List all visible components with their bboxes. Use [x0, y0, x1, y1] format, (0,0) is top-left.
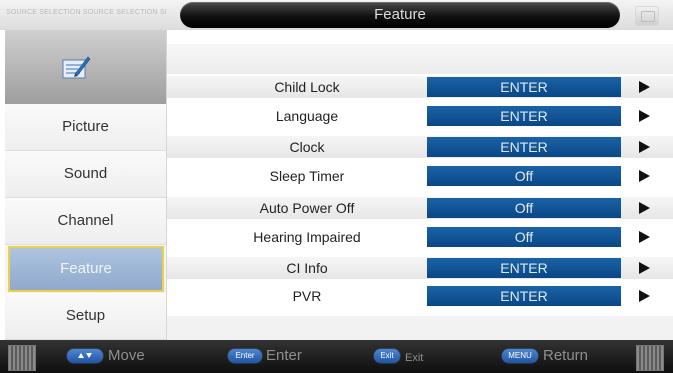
row-label: Clock: [289, 139, 325, 155]
row-value-button[interactable]: ENTER: [427, 77, 621, 97]
row-label: PVR: [292, 288, 322, 304]
arrow-right-icon[interactable]: [639, 231, 650, 243]
arrow-right-icon[interactable]: [639, 110, 650, 122]
sidebar-item-picture[interactable]: Picture: [5, 104, 166, 151]
menu-row-language[interactable]: Language ENTER: [167, 105, 673, 127]
menu-row-child-lock[interactable]: Child Lock ENTER: [167, 76, 673, 98]
arrow-down-icon: [86, 353, 92, 359]
row-value-button[interactable]: ENTER: [427, 137, 621, 157]
page-title: Feature: [180, 2, 620, 28]
row-label: Language: [275, 108, 339, 124]
feature-menu: Child Lock ENTER Language ENTER Clock EN…: [167, 30, 673, 340]
menu-row-pvr[interactable]: PVR ENTER: [167, 285, 673, 307]
sidebar-item-setup[interactable]: Setup: [5, 293, 166, 340]
exit-key-icon: Exit: [374, 349, 400, 363]
menu-key-icon: MENU: [502, 349, 538, 363]
arrow-right-icon[interactable]: [639, 81, 650, 93]
grid-icon: [636, 345, 664, 371]
grid-icon: [8, 345, 36, 371]
hint-return-label: Return: [543, 347, 589, 364]
row-label: Sleep Timer: [269, 168, 345, 184]
row-value-button[interactable]: Off: [427, 227, 621, 247]
hint-exit-label: Exit: [405, 352, 424, 364]
enter-key-icon: Enter: [228, 349, 262, 363]
row-value-button[interactable]: ENTER: [427, 258, 621, 278]
row-value-button[interactable]: ENTER: [427, 286, 621, 306]
arrow-right-icon[interactable]: [639, 290, 650, 302]
arrow-right-icon[interactable]: [639, 170, 650, 182]
arrow-up-icon: [78, 353, 84, 359]
row-value-button[interactable]: ENTER: [427, 106, 621, 126]
menu-row-sleep-timer[interactable]: Sleep Timer Off: [167, 165, 673, 187]
content-bottom-strip: [167, 316, 673, 340]
menu-row-hearing-impaired[interactable]: Hearing Impaired Off: [167, 226, 673, 248]
hint-bar: Move Enter Enter Exit Exit MENU Return: [0, 340, 673, 373]
row-label: CI Info: [286, 260, 328, 276]
sidebar-header: [5, 30, 166, 104]
arrow-right-icon[interactable]: [639, 141, 650, 153]
top-bar: SOURCE SELECTION SOURCE SELECTION SEL Fe…: [0, 0, 673, 30]
row-label: Hearing Impaired: [253, 229, 361, 245]
feature-pen-icon: [62, 56, 91, 79]
sidebar-item-channel[interactable]: Channel: [5, 198, 166, 245]
row-label: Auto Power Off: [259, 200, 355, 216]
hint-move-label: Move: [108, 347, 145, 364]
hint-enter-label: Enter: [266, 347, 302, 364]
row-value-button[interactable]: Off: [427, 166, 621, 186]
row-label: Child Lock: [274, 79, 340, 95]
up-down-icon: [67, 349, 103, 363]
arrow-right-icon[interactable]: [639, 262, 650, 274]
arrow-right-icon[interactable]: [639, 202, 650, 214]
menu-row-auto-power-off[interactable]: Auto Power Off Off: [167, 197, 673, 219]
menu-row-ci-info[interactable]: CI Info ENTER: [167, 257, 673, 279]
menu-row-clock[interactable]: Clock ENTER: [167, 136, 673, 158]
tv-icon: [635, 6, 659, 26]
sidebar-item-sound[interactable]: Sound: [5, 151, 166, 198]
content-top-strip: [167, 44, 673, 74]
top-left-text: SOURCE SELECTION SOURCE SELECTION SEL: [6, 9, 166, 16]
row-value-button[interactable]: Off: [427, 198, 621, 218]
sidebar-item-feature[interactable]: Feature: [8, 246, 164, 292]
sidebar: Picture Sound Channel Feature Setup: [5, 30, 167, 340]
